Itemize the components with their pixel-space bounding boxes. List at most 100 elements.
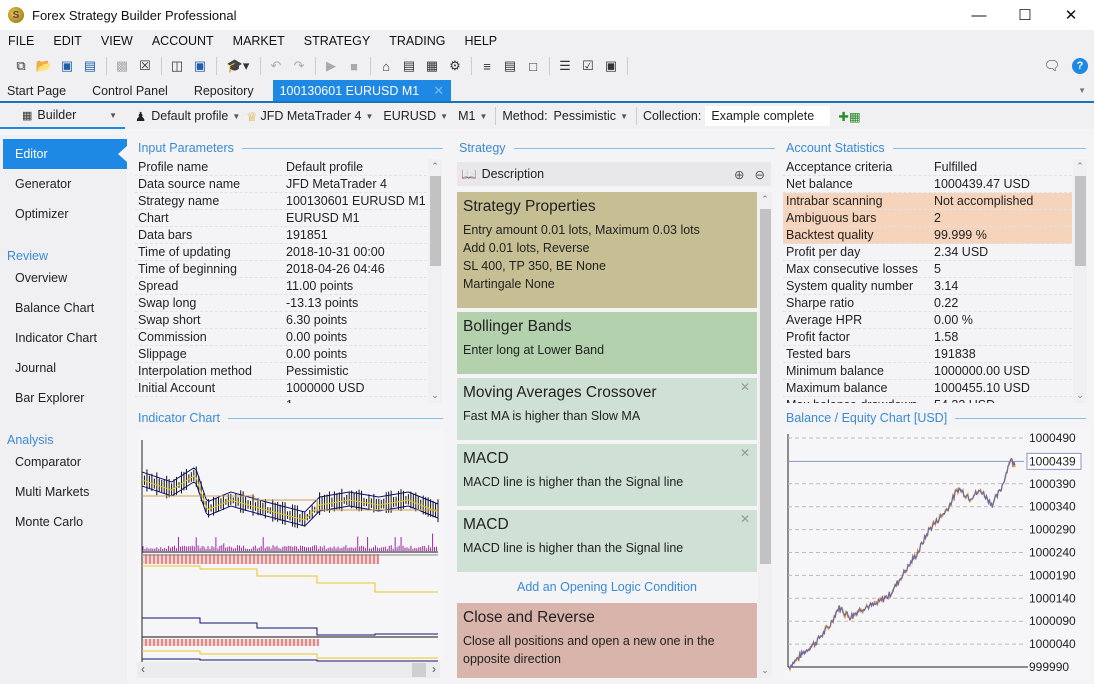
data-icon[interactable]: ▤: [398, 55, 420, 77]
tab-strategy[interactable]: 100130601 EURUSD M1 ✕: [272, 80, 452, 101]
close-and-reverse-slot[interactable]: Close and Reverse Close all positions an…: [457, 603, 757, 678]
nav-optimizer[interactable]: Optimizer: [0, 199, 127, 229]
save-icon[interactable]: ▣: [56, 55, 78, 77]
education-dropdown-icon[interactable]: 🎓▾: [221, 55, 255, 77]
scroll-down-icon[interactable]: ⌄: [758, 665, 772, 676]
nav-editor[interactable]: Editor: [3, 139, 127, 169]
balance-equity-chart[interactable]: 1000490 1000390 1000340 1000290 1000240 10001…: [784, 428, 1090, 680]
gear-icon[interactable]: ⚙: [444, 55, 466, 77]
zoom-in-icon[interactable]: ⊕: [734, 167, 744, 182]
toolbar-separator: [370, 57, 371, 75]
toolbar-separator: [549, 57, 550, 75]
input-parameters-scrollbar[interactable]: ⌃ ⌄: [428, 159, 442, 403]
undo-icon[interactable]: ↶: [265, 55, 287, 77]
checklist-icon[interactable]: ☑: [577, 55, 599, 77]
nav-balance-chart[interactable]: Balance Chart: [0, 293, 127, 323]
scroll-left-icon[interactable]: ‹: [141, 662, 145, 676]
datasource-dropdown[interactable]: ♕ JFD MetaTrader 4 ▼: [246, 109, 373, 124]
menu-strategy[interactable]: STRATEGY: [304, 34, 370, 48]
tab-list-dropdown-icon[interactable]: ▼: [1078, 86, 1086, 95]
moving-averages-crossover-slot[interactable]: ✕ Moving Averages Crossover Fast MA is h…: [457, 378, 757, 440]
nav-comparator[interactable]: Comparator: [0, 447, 127, 477]
open-folder-icon[interactable]: 📂: [33, 55, 55, 77]
redo-icon[interactable]: ↷: [288, 55, 310, 77]
symbol-dropdown[interactable]: EURUSD ▼: [383, 109, 448, 123]
menu-help[interactable]: HELP: [464, 34, 497, 48]
scroll-down-icon[interactable]: ⌄: [1073, 390, 1087, 401]
menu-view[interactable]: VIEW: [101, 34, 133, 48]
book-icon: 📖: [461, 166, 477, 181]
remove-slot-icon[interactable]: ✕: [740, 512, 750, 526]
scroll-up-icon[interactable]: ⌃: [758, 194, 772, 205]
nav-indicator-chart[interactable]: Indicator Chart: [0, 323, 127, 353]
page-icon[interactable]: □: [522, 55, 544, 77]
menu-trading[interactable]: TRADING: [389, 34, 445, 48]
method-dropdown[interactable]: Pessimistic ▼: [554, 109, 628, 123]
nav-multi-markets[interactable]: Multi Markets: [0, 477, 127, 507]
remove-slot-icon[interactable]: ✕: [740, 380, 750, 394]
close-tab-icon[interactable]: ✕: [433, 83, 444, 99]
macd-slot[interactable]: ✕ MACD MACD line is higher than the Sign…: [457, 444, 757, 506]
account-statistics-scrollbar[interactable]: ⌃ ⌄: [1073, 159, 1087, 403]
library-icon[interactable]: ▦: [421, 55, 443, 77]
save-to-library-icon[interactable]: ▩: [111, 55, 133, 77]
scroll-thumb[interactable]: [1075, 176, 1086, 266]
menu-account[interactable]: ACCOUNT: [152, 34, 214, 48]
slot-line: MACD line is higher than the Signal line: [463, 541, 684, 555]
nav-generator[interactable]: Generator: [0, 169, 127, 199]
journal-icon[interactable]: ▤: [499, 55, 521, 77]
scroll-down-icon[interactable]: ⌄: [428, 390, 442, 401]
macd-slot-2[interactable]: ✕ MACD MACD line is higher than the Sign…: [457, 510, 757, 572]
scroll-thumb[interactable]: [430, 176, 441, 266]
indicator-chart[interactable]: [137, 430, 443, 662]
save-text-icon[interactable]: ▣: [189, 55, 211, 77]
profile-dropdown[interactable]: ♟ Default profile ▼: [135, 109, 240, 124]
zoom-out-icon[interactable]: ⊖: [755, 167, 765, 182]
close-strategy-icon[interactable]: ☒: [134, 55, 156, 77]
strategy-scrollbar[interactable]: ⌃ ⌄: [758, 192, 772, 678]
list-icon[interactable]: ≡: [476, 55, 498, 77]
tab-start-page[interactable]: Start Page: [0, 80, 73, 101]
nav-monte-carlo[interactable]: Monte Carlo: [0, 507, 127, 537]
feedback-icon[interactable]: 🗨: [1041, 55, 1063, 77]
builder-dropdown[interactable]: ▦ Builder ▼: [0, 103, 125, 129]
menu-edit[interactable]: EDIT: [53, 34, 81, 48]
scroll-up-icon[interactable]: ⌃: [1073, 161, 1087, 172]
maximize-button[interactable]: ☐: [1002, 0, 1048, 30]
tab-control-panel[interactable]: Control Panel: [85, 80, 175, 101]
menu-file[interactable]: FILE: [8, 34, 34, 48]
help-icon[interactable]: ?: [1072, 58, 1088, 74]
table-row: Spread 11.00 points: [135, 278, 427, 295]
nav-bar-explorer[interactable]: Bar Explorer: [0, 383, 127, 413]
indicator-chart-scrollbar[interactable]: ‹ ›: [137, 662, 440, 678]
add-opening-logic-condition-link[interactable]: Add an Opening Logic Condition: [457, 580, 757, 594]
period-dropdown[interactable]: M1 ▼: [458, 109, 487, 123]
scroll-thumb[interactable]: [412, 663, 426, 677]
home-icon[interactable]: ⌂: [375, 55, 397, 77]
strategy-properties-slot[interactable]: Strategy Properties Entry amount 0.01 lo…: [457, 192, 757, 308]
new-strategy-icon[interactable]: ⧉: [10, 55, 32, 77]
menu-market[interactable]: MARKET: [233, 34, 285, 48]
add-to-collection-icon[interactable]: ✚▦: [838, 109, 860, 124]
new-text-icon[interactable]: ◫: [166, 55, 188, 77]
scroll-right-icon[interactable]: ›: [432, 662, 436, 676]
description-label[interactable]: Description: [482, 167, 545, 181]
tab-repository[interactable]: Repository: [187, 80, 261, 101]
save-as-icon[interactable]: ▤: [79, 55, 101, 77]
bollinger-bands-slot[interactable]: Bollinger Bands Enter long at Lower Band: [457, 312, 757, 374]
collection-field[interactable]: Example complete: [705, 106, 831, 126]
sort-icon[interactable]: ☰: [554, 55, 576, 77]
toolbar-separator: [216, 57, 217, 75]
nav-journal[interactable]: Journal: [0, 353, 127, 383]
stop-icon[interactable]: ■: [343, 55, 365, 77]
minimize-button[interactable]: —: [956, 0, 1002, 30]
play-icon[interactable]: ▶: [320, 55, 342, 77]
account-statistics-table: Acceptance criteria Fulfilled Net balance 1…: [783, 159, 1072, 403]
remove-slot-icon[interactable]: ✕: [740, 446, 750, 460]
scroll-up-icon[interactable]: ⌃: [428, 161, 442, 172]
briefcase-icon[interactable]: ▣: [600, 55, 622, 77]
y-tick-label: 1000340: [1029, 500, 1076, 514]
close-button[interactable]: ✕: [1048, 0, 1094, 30]
nav-overview[interactable]: Overview: [0, 263, 127, 293]
scroll-thumb[interactable]: [760, 209, 771, 564]
